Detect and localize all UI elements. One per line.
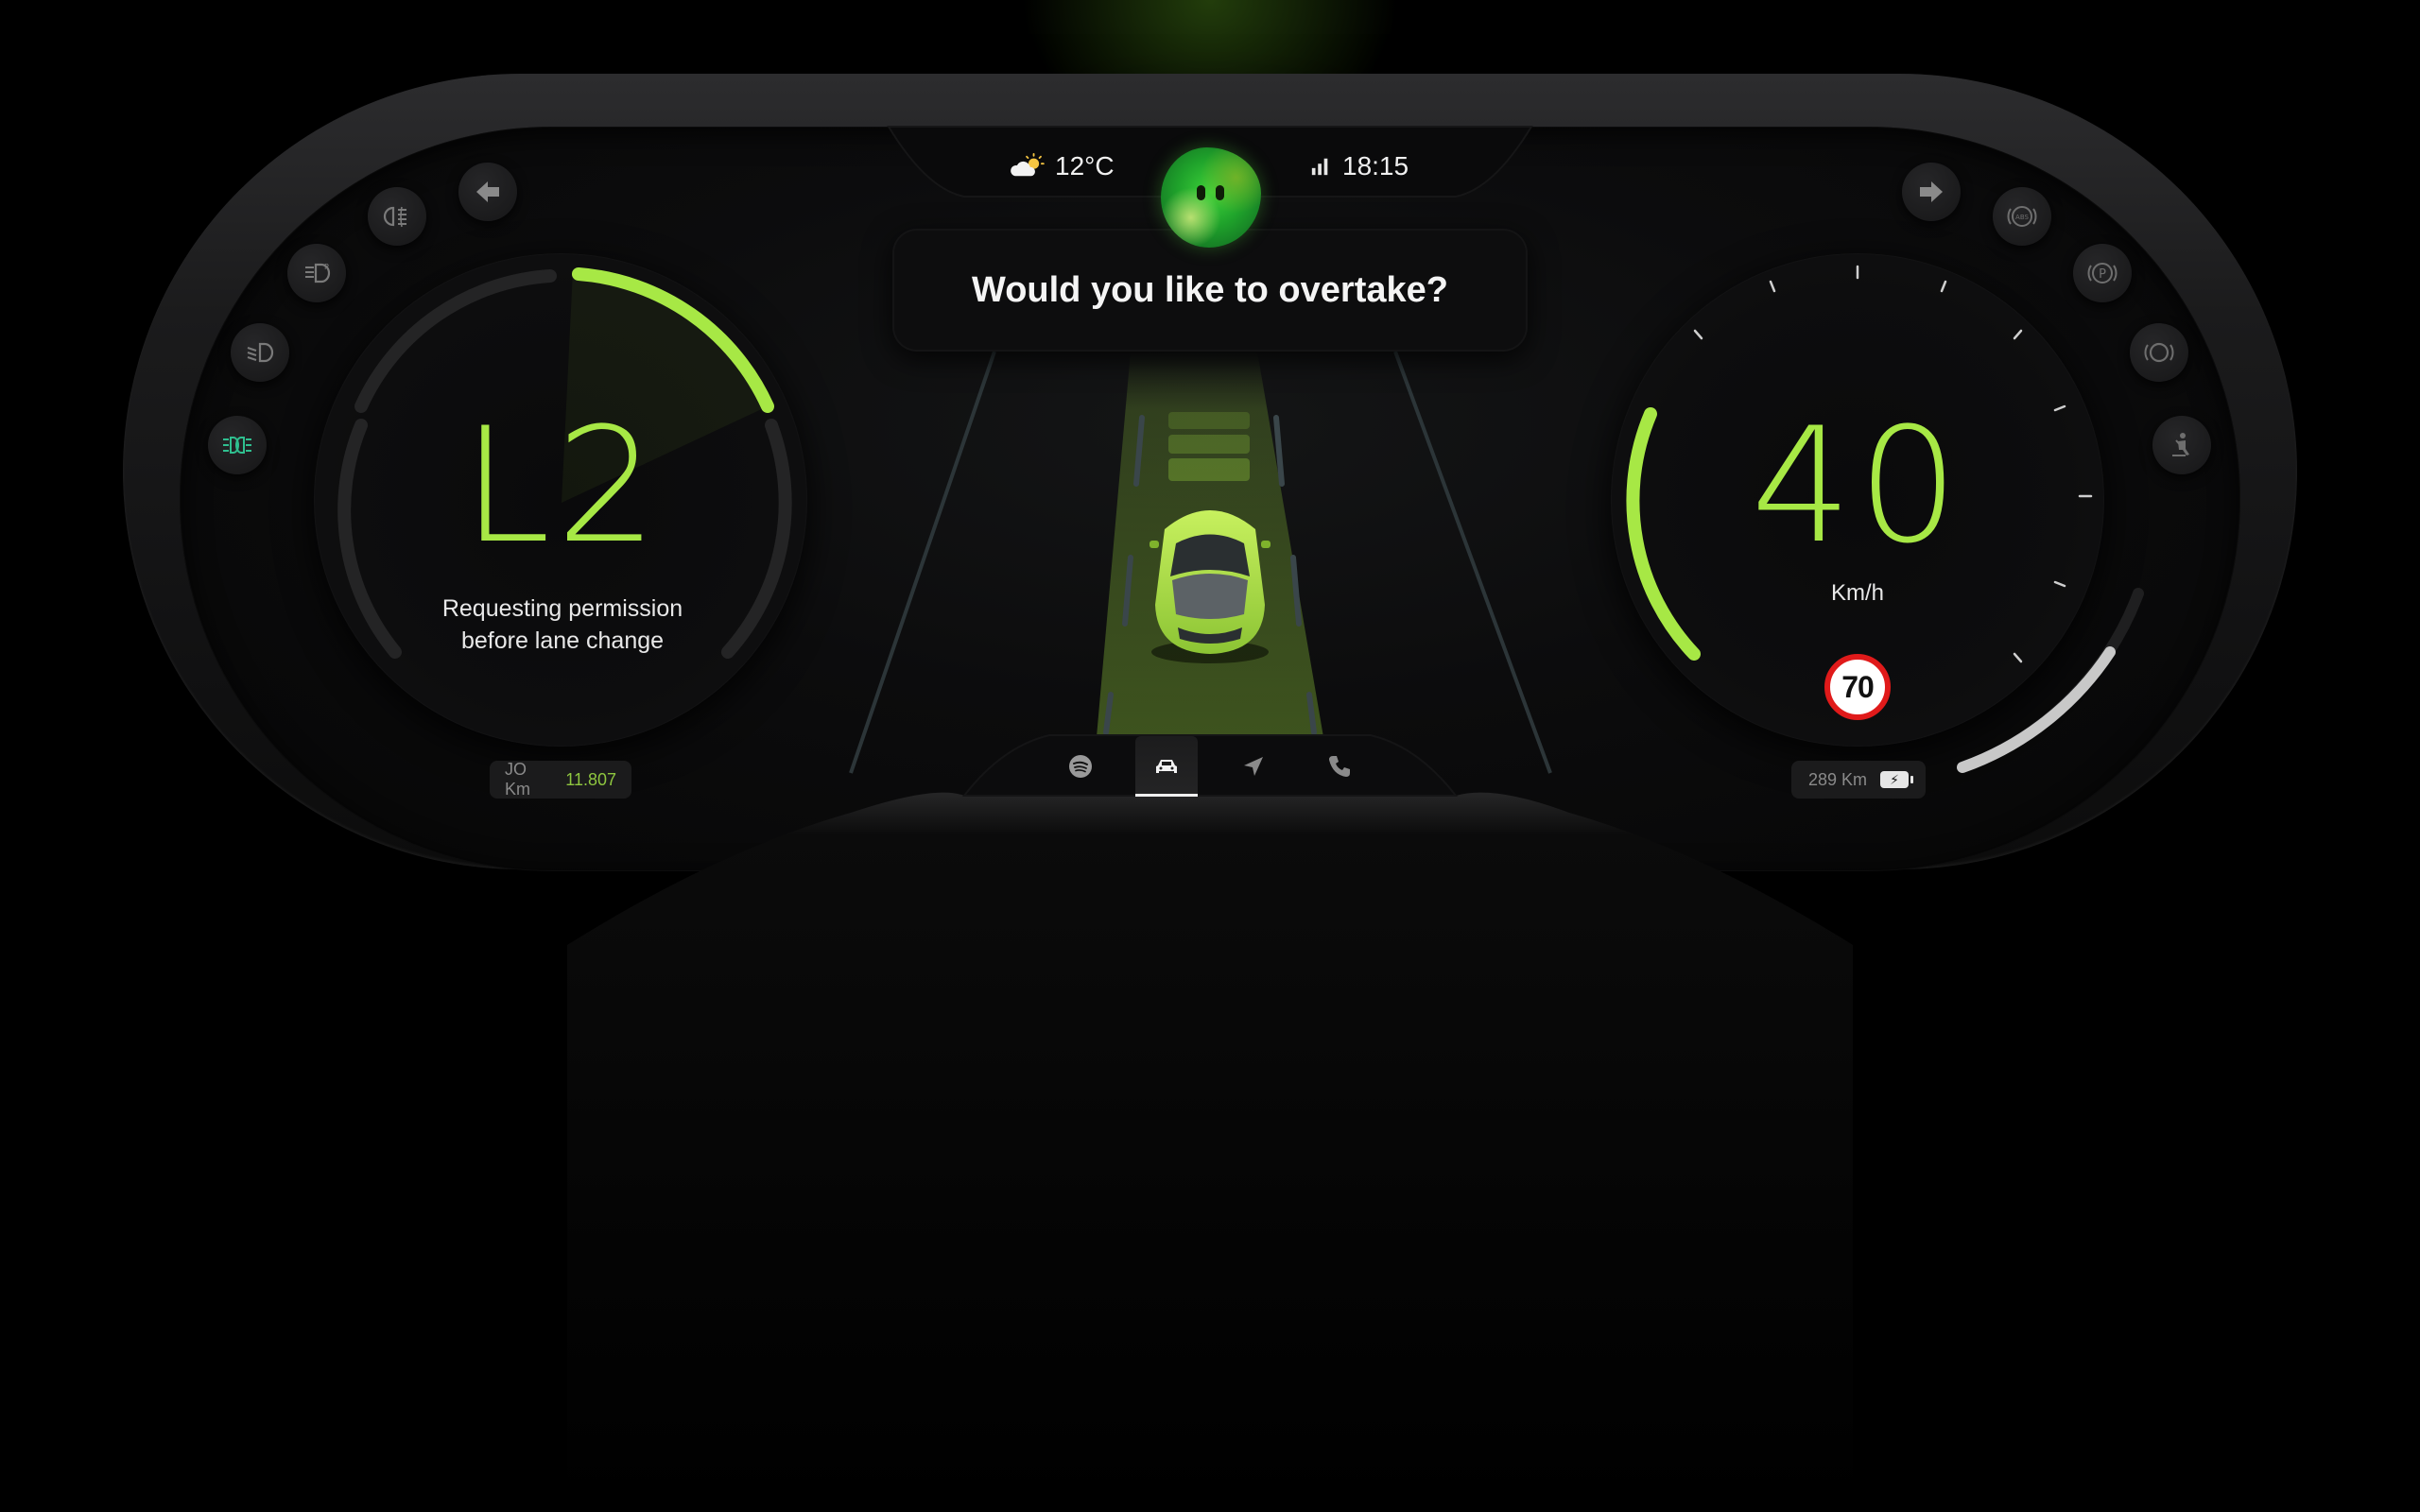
dock-spotify[interactable] — [1049, 736, 1112, 797]
navigation-icon — [1243, 757, 1263, 776]
car-icon — [1156, 760, 1178, 773]
dock-car[interactable] — [1135, 736, 1199, 797]
bottom-dock — [1011, 733, 1409, 799]
dock-navigation[interactable] — [1222, 736, 1285, 797]
spotify-icon — [1069, 755, 1092, 778]
phone-icon — [1328, 756, 1350, 777]
dock-phone[interactable] — [1308, 736, 1371, 797]
instrument-cluster: L2 Requesting permission before lane cha… — [0, 0, 2420, 1512]
